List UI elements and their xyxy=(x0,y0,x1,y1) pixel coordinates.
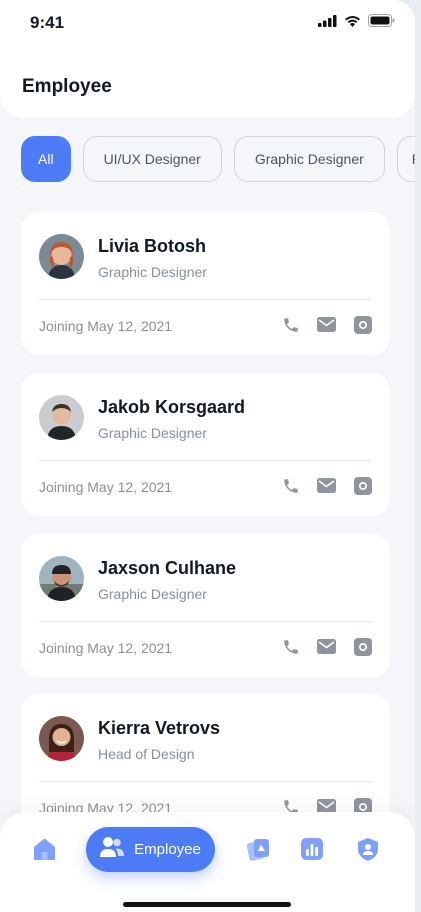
bottom-nav: Employee xyxy=(0,812,415,912)
filter-chip-all[interactable]: All xyxy=(21,136,71,182)
employee-name: Jakob Korsgaard xyxy=(98,397,246,417)
employee-card[interactable]: Jakob Korsgaard Graphic Designer Joining… xyxy=(21,373,390,516)
joining-date: Joining May 12, 2021 xyxy=(39,318,173,334)
nav-employee-button[interactable]: Employee xyxy=(86,827,215,872)
filter-chip-label: Graphic Designer xyxy=(254,151,364,167)
phone-icon[interactable] xyxy=(281,315,300,334)
filter-chip-label: Pr xyxy=(412,151,415,167)
phone-icon[interactable] xyxy=(281,476,300,495)
divider xyxy=(39,781,372,782)
nav-chart-icon[interactable] xyxy=(299,836,325,862)
employee-role: Head of Design xyxy=(98,746,195,762)
divider xyxy=(39,460,372,461)
home-indicator xyxy=(123,902,291,907)
employee-name: Livia Botosh xyxy=(98,236,207,256)
phone-icon[interactable] xyxy=(281,637,300,656)
phone-screen: 9:41 Employee All UI/UX Designer Graphic… xyxy=(0,0,415,912)
nav-shield-user-icon[interactable] xyxy=(355,836,381,862)
joining-date: Joining May 12, 2021 xyxy=(39,640,173,656)
page-title: Employee xyxy=(22,76,112,97)
filter-chip-graphic-designer[interactable]: Graphic Designer xyxy=(233,136,385,182)
filter-chip-label: All xyxy=(38,151,54,167)
filter-chips: All UI/UX Designer Graphic Designer Pr xyxy=(21,136,415,182)
contact-actions xyxy=(281,637,372,656)
status-icons xyxy=(318,14,395,32)
camera-icon[interactable] xyxy=(353,476,372,495)
joining-date: Joining May 12, 2021 xyxy=(39,479,173,495)
status-time: 9:41 xyxy=(30,13,65,32)
battery-icon xyxy=(368,14,395,32)
employee-role: Graphic Designer xyxy=(98,586,207,602)
divider xyxy=(39,621,372,622)
wifi-icon xyxy=(344,14,361,32)
employee-card[interactable]: Jaxson Culhane Graphic Designer Joining … xyxy=(21,534,390,677)
filter-chip-more[interactable]: Pr xyxy=(396,136,415,182)
header: 9:41 Employee xyxy=(0,0,415,118)
contact-actions xyxy=(281,315,372,334)
filter-chip-uiux-designer[interactable]: UI/UX Designer xyxy=(82,136,222,182)
avatar xyxy=(39,395,84,440)
nav-home-icon[interactable] xyxy=(31,836,57,862)
nav-cards-icon[interactable] xyxy=(245,836,271,862)
employee-name: Jaxson Culhane xyxy=(98,558,237,578)
avatar xyxy=(39,556,84,601)
employee-card[interactable]: Livia Botosh Graphic Designer Joining Ma… xyxy=(21,212,390,355)
divider xyxy=(39,299,372,300)
employee-role: Graphic Designer xyxy=(98,425,207,441)
camera-icon[interactable] xyxy=(353,315,372,334)
contact-actions xyxy=(281,476,372,495)
camera-icon[interactable] xyxy=(353,637,372,656)
mail-icon[interactable] xyxy=(317,315,336,334)
avatar xyxy=(39,716,84,761)
employee-name: Kierra Vetrovs xyxy=(98,718,221,738)
avatar xyxy=(39,234,84,279)
mail-icon[interactable] xyxy=(317,637,336,656)
nav-employee-label: Employee xyxy=(134,841,201,858)
filter-chip-label: UI/UX Designer xyxy=(103,151,201,167)
signal-icon xyxy=(318,14,337,32)
employee-role: Graphic Designer xyxy=(98,264,207,280)
mail-icon[interactable] xyxy=(317,476,336,495)
users-icon xyxy=(100,836,125,863)
